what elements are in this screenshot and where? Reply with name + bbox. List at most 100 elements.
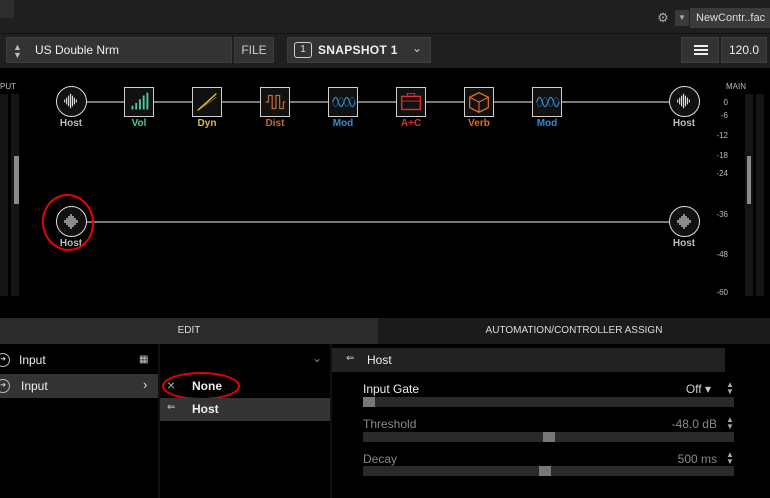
- main-meter-header: MAIN: [726, 82, 746, 91]
- list-icon-line: [694, 53, 708, 55]
- decay-value[interactable]: 500 ms: [637, 452, 717, 466]
- model-option-label: Host: [192, 402, 219, 416]
- input-gate-value[interactable]: Off ▾: [631, 382, 711, 396]
- scale-tick: 0: [723, 98, 728, 107]
- modulation-wave-icon: [536, 96, 560, 108]
- input-circle-icon: ➜: [0, 353, 10, 367]
- input-meter-header: PUT: [0, 82, 16, 91]
- block-dist[interactable]: [260, 87, 290, 117]
- input-circle-icon: ➜: [0, 379, 10, 393]
- block-host[interactable]: [56, 86, 87, 117]
- db-scale: 0 -6 -12 -18 -24 -36 -48 -60: [708, 68, 728, 308]
- path2-output-host-node[interactable]: [669, 206, 700, 237]
- distortion-wave-icon: [265, 94, 286, 110]
- input-gate-label: Input Gate: [363, 382, 420, 396]
- main-meter-right: [756, 94, 764, 296]
- category-item-label: Input: [21, 379, 48, 393]
- parameter-title: Host: [367, 353, 392, 367]
- decay-slider[interactable]: [363, 466, 734, 476]
- dynamics-curve-icon: [197, 93, 217, 111]
- file-button[interactable]: FILE: [234, 37, 274, 63]
- decay-label: Decay: [363, 452, 398, 466]
- threshold-label: Threshold: [363, 417, 417, 431]
- gear-icon[interactable]: ⚙: [655, 10, 671, 26]
- block-mod[interactable]: [328, 87, 358, 117]
- parameter-header: ⇐ Host: [332, 348, 725, 372]
- threshold-slider[interactable]: [363, 432, 734, 442]
- model-header: ⌄: [160, 348, 330, 372]
- tempo-field[interactable]: 120.0: [721, 37, 767, 63]
- volume-bars-icon: [131, 92, 149, 110]
- file-tab[interactable]: NewContr..fac: [690, 8, 770, 28]
- block-label: Dist: [265, 118, 285, 129]
- block-dyn[interactable]: [192, 87, 222, 117]
- tab-edit[interactable]: EDIT: [0, 318, 378, 344]
- block-label: Mod: [332, 118, 354, 129]
- scale-tick: -48: [716, 250, 728, 259]
- preset-bar: ▲ ▼ US Double Nrm FILE 1 SNAPSHOT 1 ⌄ 120…: [0, 34, 770, 68]
- main-meter-left: [745, 94, 753, 296]
- red-annotation-circle: [162, 372, 240, 400]
- up-down-arrows-icon[interactable]: ▲ ▼: [13, 43, 22, 60]
- model-option-host[interactable]: ⇐ Host: [160, 398, 330, 421]
- slider-thumb[interactable]: [539, 466, 551, 476]
- snapshot-label: SNAPSHOT 1: [318, 43, 398, 57]
- snapshot-icon: 1: [294, 42, 312, 58]
- scale-tick: -60: [716, 288, 728, 297]
- main-meter-level: [747, 156, 751, 204]
- input-gate-stepper-icon[interactable]: ▲ ▼: [726, 381, 734, 396]
- block-label: Verb: [468, 118, 490, 129]
- input-gate-value-text: Off: [685, 382, 702, 396]
- amp-cab-icon: [400, 93, 422, 111]
- block-label: Vol: [131, 118, 147, 129]
- block-verb[interactable]: [464, 87, 494, 117]
- slider-thumb[interactable]: [543, 432, 555, 442]
- path2-output-label: Host: [672, 238, 696, 249]
- list-view-button[interactable]: [681, 37, 719, 63]
- input-arrow-icon: ⇐: [167, 402, 176, 413]
- block-label: Host: [59, 118, 83, 129]
- block-mod[interactable]: [532, 87, 562, 117]
- waveform-icon: [677, 93, 690, 109]
- block-label: Host: [672, 118, 696, 129]
- threshold-stepper-icon[interactable]: ▲ ▼: [726, 416, 734, 431]
- block-label: A+C: [400, 118, 422, 129]
- signal-path-2: [86, 221, 670, 223]
- category-column: ➜ Input ▦ ➜ Input ›: [0, 344, 158, 498]
- tab-automation[interactable]: AUTOMATION/CONTROLLER ASSIGN: [378, 318, 770, 344]
- slider-thumb[interactable]: [363, 397, 375, 407]
- waveform-icon: [677, 214, 691, 229]
- scale-tick: -36: [716, 210, 728, 219]
- list-icon-line: [694, 49, 708, 51]
- preset-name: US Double Nrm: [35, 43, 120, 57]
- category-header[interactable]: ➜ Input ▦: [0, 348, 158, 372]
- scale-tick: -18: [716, 151, 728, 160]
- scale-tick: -12: [716, 131, 728, 140]
- block-a-c[interactable]: [396, 87, 426, 117]
- scale-tick: -6: [720, 111, 728, 120]
- chevron-down-icon[interactable]: ⌄: [312, 351, 322, 365]
- input-gate-slider[interactable]: [363, 397, 734, 407]
- left-tab-stub[interactable]: [0, 0, 14, 18]
- signal-flow: PUT MAIN 0 -6 -12 -18 -24 -36 -48 -60 Ho…: [0, 68, 770, 310]
- input-meter-left: [0, 94, 8, 296]
- edit-panel: ➜ Input ▦ ➜ Input › ⌄ × None ⇐ Host ⇐ Ho…: [0, 344, 770, 498]
- reverb-cube-icon: [469, 91, 489, 113]
- chevron-right-icon: ›: [143, 377, 148, 392]
- waveform-icon: [64, 93, 77, 109]
- preset-selector[interactable]: ▲ ▼ US Double Nrm: [6, 37, 232, 63]
- chevron-down-icon: ⌄: [412, 41, 423, 55]
- input-meter-right: [11, 94, 19, 296]
- threshold-value[interactable]: -48.0 dB: [637, 417, 717, 431]
- category-item-input[interactable]: ➜ Input ›: [0, 374, 158, 398]
- snapshot-selector[interactable]: 1 SNAPSHOT 1 ⌄: [287, 37, 431, 63]
- modulation-wave-icon: [332, 96, 356, 108]
- grid-icon[interactable]: ▦: [139, 354, 148, 365]
- top-bar: ⚙ ▼ NewContr..fac: [0, 0, 770, 34]
- block-host[interactable]: [669, 86, 700, 117]
- dropdown-arrow-icon[interactable]: ▼: [675, 10, 689, 26]
- model-column: ⌄ × None ⇐ Host: [160, 344, 330, 498]
- block-vol[interactable]: [124, 87, 154, 117]
- list-icon: [694, 45, 708, 47]
- decay-stepper-icon[interactable]: ▲ ▼: [726, 451, 734, 466]
